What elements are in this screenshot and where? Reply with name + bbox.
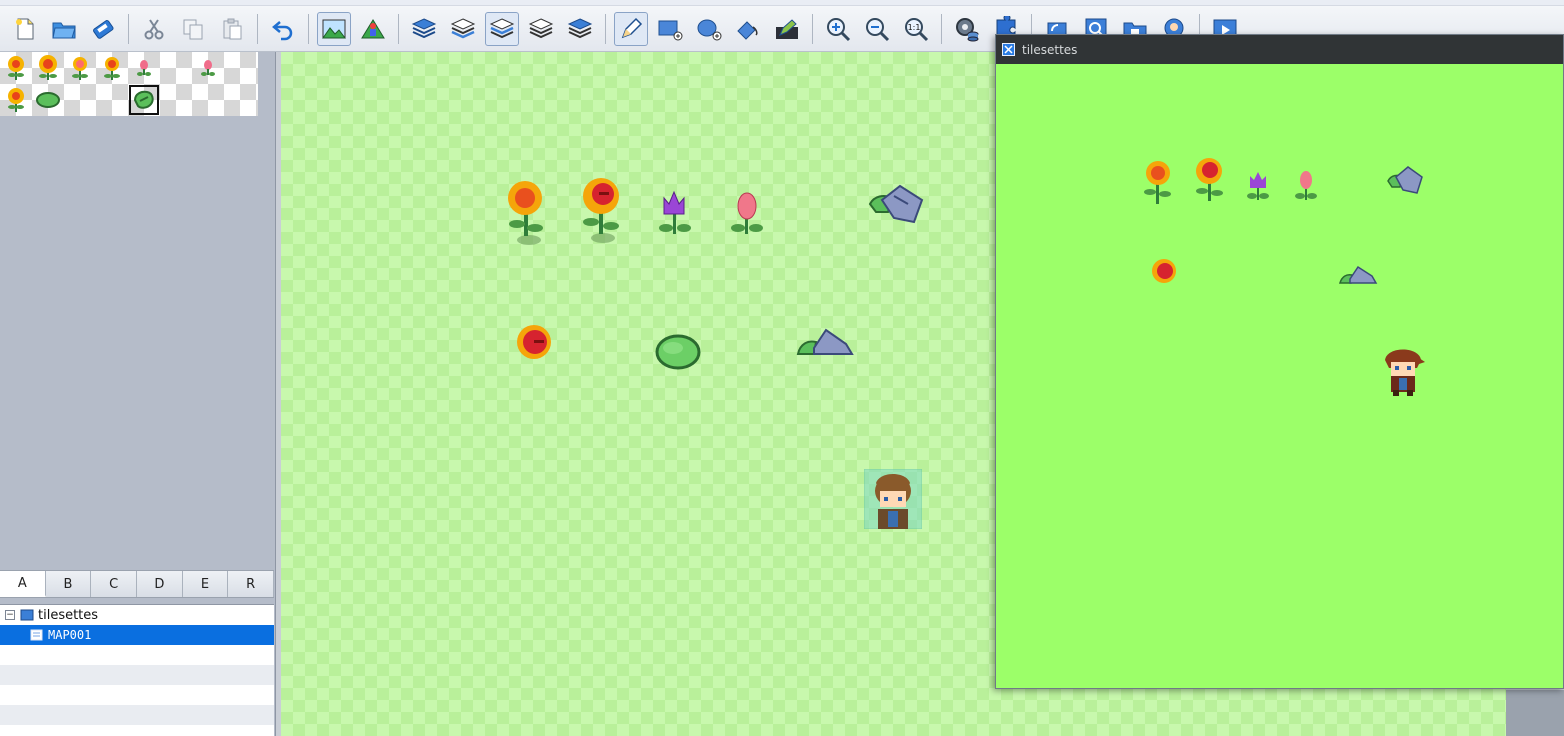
- toolbar-separator: [812, 13, 813, 44]
- zoom-actual-icon[interactable]: 1:1: [899, 12, 933, 46]
- tulip-pink-sprite: [1295, 171, 1317, 200]
- layer-auto-icon[interactable]: [407, 12, 441, 46]
- tab-c[interactable]: C: [91, 571, 138, 597]
- hero-event-sprite[interactable]: [864, 469, 922, 529]
- zoom-in-icon[interactable]: [821, 12, 855, 46]
- open-project-icon[interactable]: [47, 12, 81, 46]
- sunflower-sprite: [1196, 158, 1223, 201]
- new-project-icon[interactable]: [8, 12, 42, 46]
- leaf-rock-small-sprite: [1339, 265, 1378, 284]
- sunflower-sprite: [1144, 161, 1171, 204]
- tileset-tabs: A B C D E R: [0, 570, 275, 598]
- game-preview-window[interactable]: tilesettes: [995, 34, 1564, 689]
- tulip-pink-sprite[interactable]: [730, 190, 764, 240]
- bush-sprite[interactable]: [653, 330, 703, 372]
- leaf-rock-sprite[interactable]: [868, 182, 928, 232]
- tree-project-row[interactable]: − tilesettes: [0, 605, 274, 625]
- tree-empty-row: [0, 665, 274, 685]
- tab-e[interactable]: E: [182, 571, 229, 597]
- toolbar-separator: [128, 13, 129, 44]
- undo-icon[interactable]: [266, 12, 300, 46]
- red-flower-sprite: [1152, 259, 1176, 283]
- palette-tile-tulip[interactable]: [64, 52, 96, 84]
- project-icon: [20, 609, 34, 621]
- paste-icon[interactable]: [215, 12, 249, 46]
- tree-empty-row: [0, 685, 274, 705]
- palette-tile-sunflower[interactable]: [96, 52, 128, 84]
- toolbar-separator: [257, 13, 258, 44]
- editor-window: 1:1 A B C D E R − tilesettes MAP001 tile…: [0, 0, 1564, 736]
- tab-a[interactable]: A: [0, 571, 46, 597]
- sunflower-sprite[interactable]: [581, 174, 625, 246]
- leaf-rock-sprite: [1387, 166, 1423, 194]
- ellipse-tool-icon[interactable]: [692, 12, 726, 46]
- layer-1-icon[interactable]: [446, 12, 480, 46]
- layer-4-icon[interactable]: [563, 12, 597, 46]
- left-panel: A B C D E R − tilesettes MAP001: [0, 52, 276, 736]
- layer-3-icon[interactable]: [524, 12, 558, 46]
- toolbar-separator: [398, 13, 399, 44]
- event-mode-icon[interactable]: [356, 12, 390, 46]
- map-mode-icon[interactable]: [317, 11, 351, 46]
- tab-r[interactable]: R: [228, 571, 275, 597]
- toolbar-separator: [941, 13, 942, 44]
- database-icon[interactable]: [950, 12, 984, 46]
- shadow-pen-icon[interactable]: [770, 12, 804, 46]
- palette-tile-small-flower[interactable]: [192, 52, 224, 84]
- preview-title: tilesettes: [1022, 42, 1078, 57]
- layer-2-icon[interactable]: [485, 11, 519, 46]
- preview-titlebar[interactable]: tilesettes: [996, 35, 1563, 64]
- collapse-icon[interactable]: −: [5, 610, 15, 620]
- palette-tile-sunflower[interactable]: [0, 84, 32, 116]
- copy-icon[interactable]: [176, 12, 210, 46]
- map-tree: − tilesettes MAP001: [0, 604, 274, 736]
- toolbar-separator: [308, 13, 309, 44]
- tab-b[interactable]: B: [45, 571, 92, 597]
- palette-tile-bush[interactable]: [32, 84, 64, 116]
- tree-empty-row: [0, 705, 274, 725]
- rectangle-tool-icon[interactable]: [653, 12, 687, 46]
- cut-icon[interactable]: [137, 12, 171, 46]
- palette-empty-area: [0, 116, 274, 620]
- map-icon: [30, 629, 43, 641]
- save-project-icon[interactable]: [86, 12, 120, 46]
- zoom-out-icon[interactable]: [860, 12, 894, 46]
- app-icon: [1002, 43, 1015, 56]
- tree-project-label: tilesettes: [38, 607, 99, 623]
- game-screen[interactable]: [996, 64, 1563, 688]
- pencil-tool-icon[interactable]: [614, 11, 648, 46]
- tab-d[interactable]: D: [137, 571, 183, 597]
- tree-map-row[interactable]: MAP001: [0, 625, 274, 645]
- leaf-rock-small-sprite[interactable]: [796, 324, 856, 358]
- tree-map-label: MAP001: [48, 628, 92, 642]
- zoom-actual-label: 1:1: [908, 23, 921, 32]
- hero-character-sprite: [1385, 349, 1425, 396]
- palette-tile-small-flower[interactable]: [128, 52, 160, 84]
- palette-tile-sunflower[interactable]: [32, 52, 64, 84]
- map-scroll-corner: [1506, 690, 1564, 736]
- sunflower-sprite[interactable]: [503, 178, 549, 248]
- tulip-purple-sprite[interactable]: [658, 190, 692, 240]
- palette-tile-leaf-selected[interactable]: [128, 84, 160, 116]
- toolbar-separator: [605, 13, 606, 44]
- tree-empty-row: [0, 645, 274, 665]
- tulip-purple-sprite: [1247, 172, 1269, 200]
- palette-tile-sunflower[interactable]: [0, 52, 32, 84]
- tileset-palette[interactable]: [0, 52, 258, 116]
- fill-tool-icon[interactable]: [731, 12, 765, 46]
- red-flower-sprite[interactable]: [514, 322, 556, 362]
